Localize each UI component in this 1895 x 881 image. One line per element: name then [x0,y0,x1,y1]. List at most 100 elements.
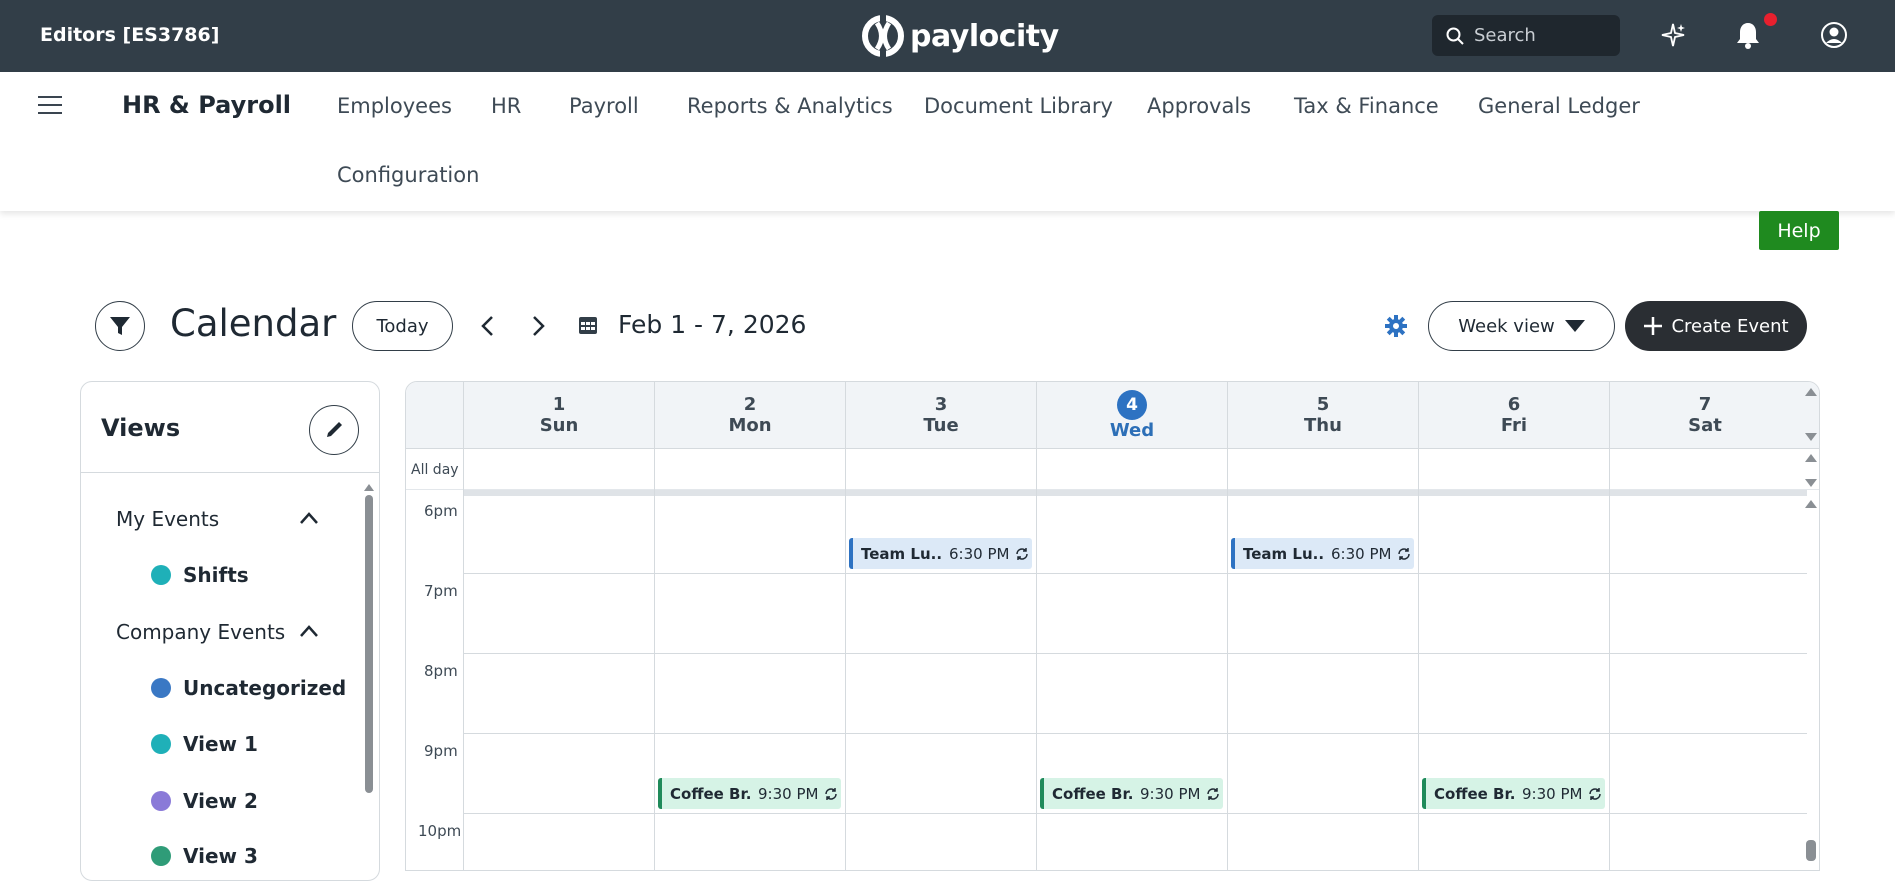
event-title: Coffee Br... [1434,784,1516,803]
day-number: 2 [743,394,757,415]
day-header-row: 1 Sun 2 Mon 3 Tue 4 Wed 5 Thu 6 Fri 7 Sa… [406,382,1819,449]
group-my-events[interactable]: My Events [116,507,219,531]
filter-button[interactable] [95,301,145,351]
event-time: 9:30 PM [1140,784,1201,803]
search-placeholder: Search [1474,25,1536,46]
nav-document-library[interactable]: Document Library [924,94,1113,118]
calendar-picker-icon[interactable] [578,315,598,339]
scroll-down-arrow-icon[interactable] [1805,479,1817,487]
time-label: 6pm [424,502,458,520]
event-coffee-break-fri[interactable]: Coffee Br... 9:30 PM [1422,778,1605,809]
view-item-view-1[interactable]: View 1 [151,732,258,756]
column-divider [1418,382,1419,870]
event-color-bar [1422,778,1426,809]
view-item-view-2[interactable]: View 2 [151,789,258,813]
time-label: 10pm [418,822,462,840]
chevron-up-icon[interactable] [299,510,319,529]
day-name: Tue [923,415,959,436]
recurring-icon [1016,547,1029,560]
view-item-shifts[interactable]: Shifts [151,563,249,587]
create-event-button[interactable]: Create Event [1625,301,1807,351]
menu-icon[interactable] [38,96,62,118]
day-header-tue[interactable]: 3 Tue [845,382,1036,449]
pencil-icon [327,422,342,437]
help-button[interactable]: Help [1759,211,1839,250]
nav-employees[interactable]: Employees [337,94,452,118]
day-name: Mon [728,415,772,436]
event-color-bar [658,778,662,809]
chevron-up-icon[interactable] [299,623,319,642]
all-day-label: All day [411,462,459,478]
color-dot [151,565,171,585]
module-title[interactable]: HR & Payroll [122,91,291,119]
day-header-fri[interactable]: 6 Fri [1418,382,1609,449]
bell-icon[interactable] [1731,18,1765,52]
all-day-row[interactable] [406,449,1819,490]
day-name: Sun [539,415,579,436]
column-divider [463,382,464,870]
recurring-icon [1589,787,1602,800]
main-nav: HR & Payroll Employees HR Payroll Report… [0,72,1895,211]
week-view-dropdown[interactable]: Week view [1428,301,1615,351]
event-time: 9:30 PM [1522,784,1583,803]
event-coffee-break-mon[interactable]: Coffee Br... 9:30 PM [658,778,841,809]
scroll-up-arrow-icon[interactable] [1805,454,1817,462]
event-team-lunch-thu[interactable]: Team Lu... 6:30 PM [1231,538,1414,569]
divider [81,472,379,473]
nav-hr[interactable]: HR [491,94,521,118]
nav-configuration[interactable]: Configuration [337,163,479,187]
recurring-icon [1398,547,1411,560]
day-number: 3 [934,394,948,415]
grid-scroll-thumb[interactable] [1806,840,1816,861]
filter-icon [110,317,130,335]
views-scroll-thumb[interactable] [365,495,373,793]
view-item-view-3[interactable]: View 3 [151,844,258,868]
nav-payroll[interactable]: Payroll [569,94,639,118]
plus-icon [1644,317,1663,335]
column-divider [1036,382,1037,870]
user-icon[interactable] [1817,18,1851,52]
event-color-bar [849,538,853,569]
view-item-label: Uncategorized [183,676,347,700]
day-header-sat[interactable]: 7 Sat [1609,382,1800,449]
search-icon [1446,27,1464,45]
nav-reports-analytics[interactable]: Reports & Analytics [687,94,893,118]
day-name: Fri [1500,415,1528,436]
color-dot [151,734,171,754]
company-name[interactable]: Editors [ES3786] [40,24,219,46]
nav-tax-finance[interactable]: Tax & Finance [1294,94,1439,118]
next-week-button[interactable] [523,311,553,341]
day-header-thu[interactable]: 5 Thu [1227,382,1418,449]
nav-general-ledger[interactable]: General Ledger [1478,94,1640,118]
event-color-bar [1040,778,1044,809]
sparkle-icon[interactable] [1656,18,1690,52]
group-company-events[interactable]: Company Events [116,620,285,644]
paylocity-logo[interactable]: paylocity [862,13,1059,59]
hour-line [463,653,1807,654]
today-button[interactable]: Today [352,301,453,351]
day-number: 1 [552,394,566,415]
day-header-sun[interactable]: 1 Sun [463,382,654,449]
search-input[interactable]: Search [1432,15,1620,56]
scroll-up-arrow-icon[interactable] [1805,388,1817,396]
event-title: Coffee Br... [670,784,752,803]
event-team-lunch-tue[interactable]: Team Lu... 6:30 PM [849,538,1032,569]
day-name: Thu [1304,415,1342,436]
view-item-uncategorized[interactable]: Uncategorized [151,676,346,700]
notification-badge [1764,13,1777,26]
gear-icon[interactable] [1384,314,1408,342]
day-header-mon[interactable]: 2 Mon [654,382,845,449]
logo-mark-icon [862,15,904,57]
week-grid: 1 Sun 2 Mon 3 Tue 4 Wed 5 Thu 6 Fri 7 Sa… [405,381,1820,871]
nav-approvals[interactable]: Approvals [1147,94,1251,118]
view-item-label: Shifts [183,563,249,587]
scroll-up-arrow-icon[interactable] [1805,500,1817,508]
edit-views-button[interactable] [309,405,359,455]
column-divider [845,382,846,870]
prev-week-button[interactable] [473,311,503,341]
day-header-wed[interactable]: 4 Wed [1036,382,1227,449]
event-coffee-break-wed[interactable]: Coffee Br... 9:30 PM [1040,778,1223,809]
all-day-separator[interactable] [463,490,1807,496]
color-dot [151,678,171,698]
scroll-down-arrow-icon[interactable] [1805,433,1817,441]
